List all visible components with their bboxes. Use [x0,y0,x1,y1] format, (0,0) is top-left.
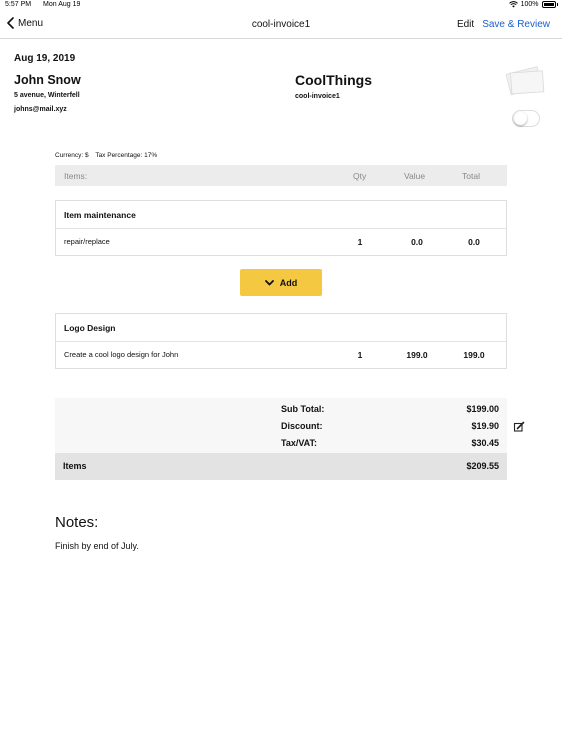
item-description: repair/replace [64,237,110,246]
battery-icon [541,1,556,8]
company-name[interactable]: CoolThings [295,72,372,88]
item-description: Create a cool logo design for John [64,350,179,359]
add-item-button[interactable]: Add [240,269,322,296]
item-total: 0.0 [468,237,480,247]
currency-tax-info: Currency: $ Tax Percentage: 17% [55,152,162,159]
header-qty: Qty [353,171,367,181]
navigation-bar: Menu cool-invoice1 Edit Save & Review [0,11,562,39]
totals-summary: Sub Total: $199.00 Discount: $19.90 Tax/… [55,398,507,453]
status-date: Mon Aug 19 [43,1,81,8]
item-divider [56,228,506,229]
logo-placeholder-icon[interactable] [502,62,548,98]
tax-value: $30.45 [471,438,499,448]
chevron-down-icon [264,279,274,285]
currency-label: Currency: $ [55,152,89,159]
line-item[interactable]: Logo Design Create a cool logo design fo… [55,313,507,369]
status-bar: 5:57 PM Mon Aug 19 100% [0,0,562,11]
edit-button[interactable]: Edit [457,19,474,30]
item-title: Item maintenance [64,210,136,220]
client-name[interactable]: John Snow [14,73,81,87]
item-divider [56,341,506,342]
header-value: Value [404,171,426,181]
item-total: 199.0 [463,350,485,360]
line-item[interactable]: Item maintenance repair/replace 1 0.0 0.… [55,200,507,256]
tax-percentage-label: Tax Percentage: 17% [95,152,158,159]
wifi-icon [508,1,518,8]
toggle-knob [514,112,527,125]
client-email: johns@mail.xyz [14,106,67,113]
subtotal-label: Sub Total: [281,404,325,414]
logo-toggle[interactable] [512,110,540,127]
subtotal-value: $199.00 [466,404,499,414]
status-time: 5:57 PM [5,1,32,8]
grand-total-label: Items [63,461,87,471]
notes-text[interactable]: Finish by end of July. [55,541,139,551]
item-value: 0.0 [411,237,423,247]
item-qty: 1 [357,237,363,247]
grand-total-row: Items $209.55 [55,453,507,480]
save-review-button[interactable]: Save & Review [482,19,550,30]
item-value: 199.0 [406,350,428,360]
grand-total-value: $209.55 [466,461,499,471]
client-address: 5 avenue, Winterfell [14,92,80,99]
notes-heading: Notes: [55,514,99,531]
edit-discount-icon[interactable] [513,421,525,433]
items-table-header: Items: Qty Value Total [55,165,507,186]
discount-label: Discount: [281,421,323,431]
discount-value: $19.90 [471,421,499,431]
battery-percent: 100% [520,1,539,8]
invoice-date[interactable]: Aug 19, 2019 [14,53,75,64]
invoice-id: cool-invoice1 [295,93,340,100]
header-items: Items: [64,171,88,181]
tax-label: Tax/VAT: [281,438,318,448]
add-button-label: Add [279,277,298,288]
item-qty: 1 [357,350,363,360]
item-title: Logo Design [64,323,116,333]
header-total: Total [462,171,480,181]
